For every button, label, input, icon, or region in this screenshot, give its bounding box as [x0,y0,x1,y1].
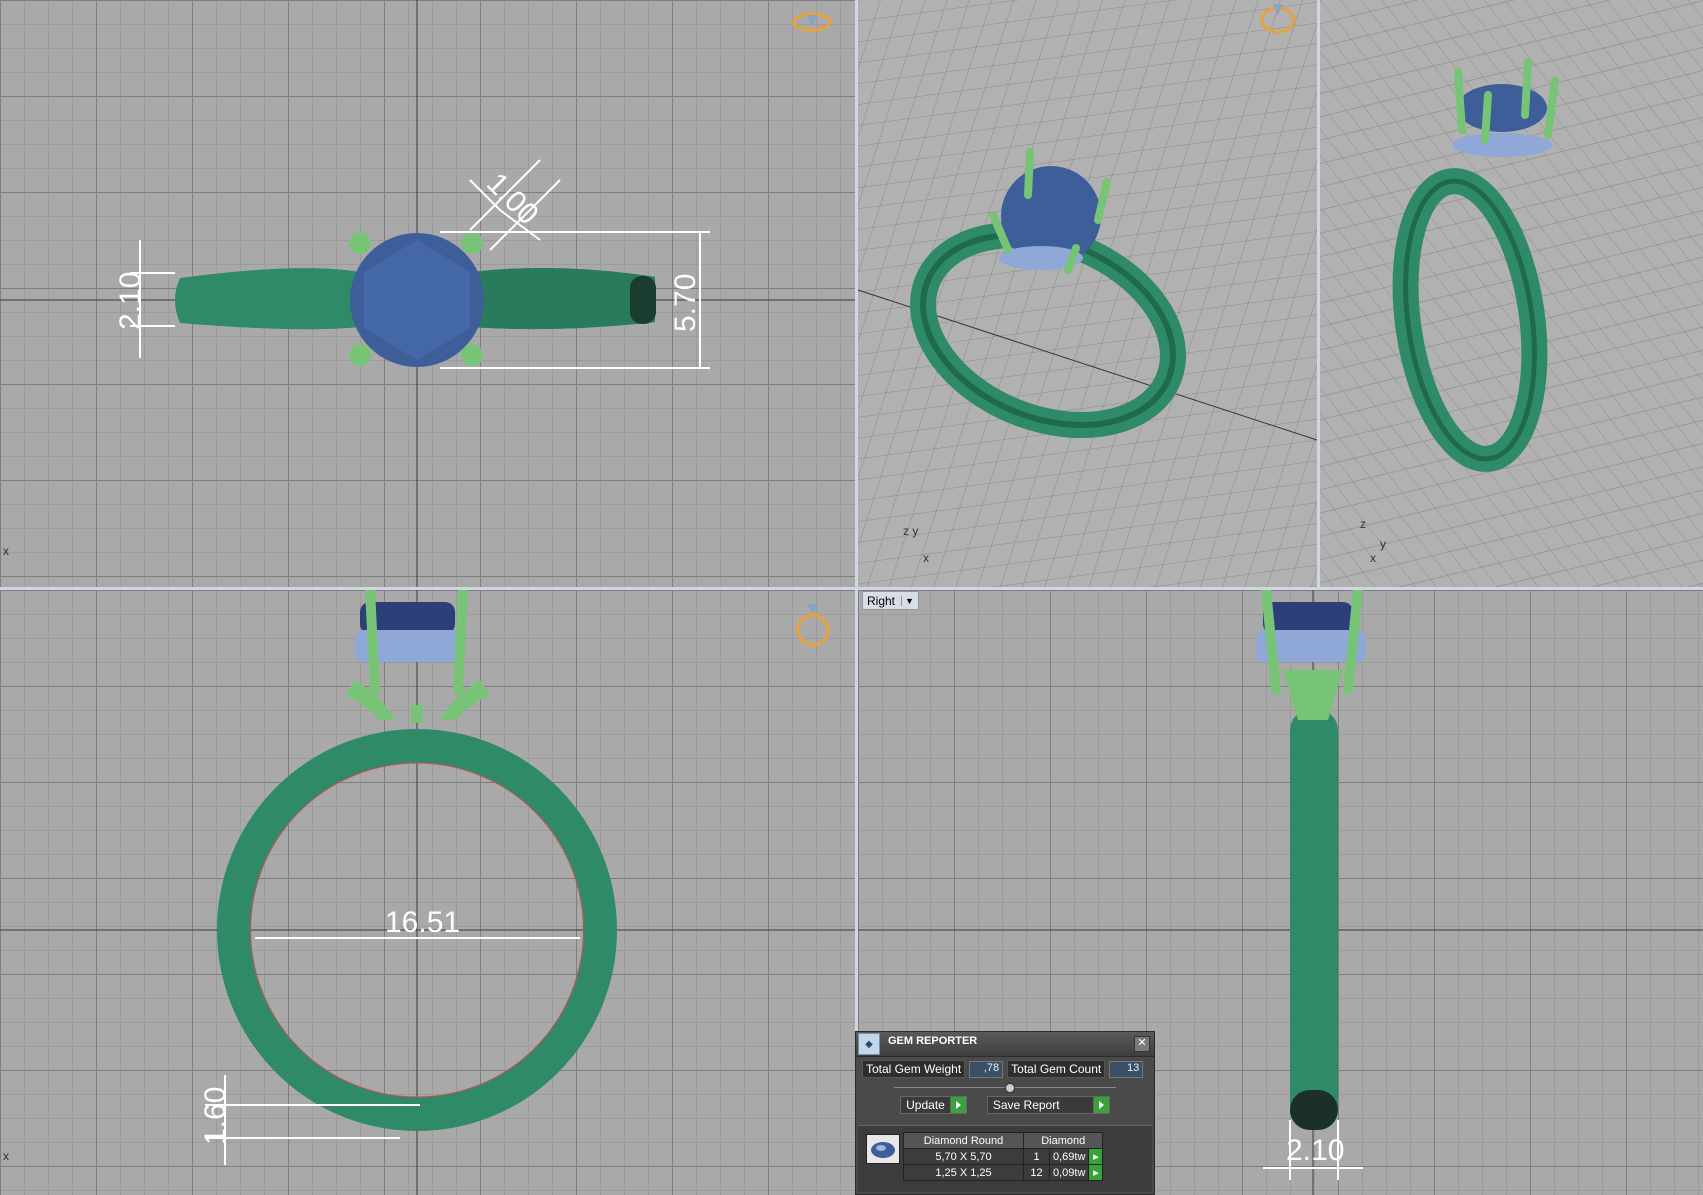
gem-reporter-panel: ◆ GEM REPORTER ✕ Total Gem Weight ,78 To… [855,1031,1155,1195]
play-arrow-icon [1092,1097,1109,1113]
gem-table: Diamond Round Diamond 5,70 X 5,70 1 0,69… [903,1132,1104,1181]
svg-text:z y: z y [903,524,918,538]
slider-thumb[interactable] [1005,1083,1015,1093]
save-report-button-label: Save Report [992,1098,1060,1112]
perspective-viewport-2[interactable]: zyx [1320,0,1703,587]
svg-text:y: y [1380,537,1386,551]
gem-table-area: Diamond Round Diamond 5,70 X 5,70 1 0,69… [858,1125,1152,1192]
svg-text:x: x [3,544,9,558]
row-select-arrow-icon[interactable]: ▸ [1088,1164,1104,1181]
front-view-scene: 16.51 1.60 x [0,590,855,1195]
gem-reporter-title: GEM REPORTER [888,1035,978,1047]
column-header-type: Diamond [1022,1132,1104,1149]
update-button-label: Update [906,1098,945,1112]
dim-top-shank-width: 2.10 [114,272,147,330]
gem-weight: 0,69tw [1048,1148,1090,1165]
row-select-arrow-icon[interactable]: ▸ [1088,1148,1104,1165]
dim-stone-diameter: 5.70 [669,274,702,332]
view-selector[interactable]: Right ▼ [862,591,919,610]
front-viewport[interactable]: 16.51 1.60 x [0,590,855,1195]
total-gem-count-value: 13 [1109,1060,1144,1078]
total-gem-count-label: Total Gem Count [1007,1060,1106,1078]
perspective-1-scene: z y x [858,0,1317,587]
top-view-scene: 2.10 5.70 1.00 x [0,0,855,587]
ring-top-shape [175,232,656,367]
save-report-button[interactable]: Save Report [986,1096,1110,1114]
gem-reporter-slider[interactable] [894,1083,1116,1093]
gem-count: 1 [1023,1148,1050,1165]
gem-size: 1,25 X 1,25 [903,1164,1024,1181]
chevron-down-icon[interactable]: ▼ [901,595,914,606]
table-row[interactable]: 1,25 X 1,25 12 0,09tw ▸ [903,1164,1104,1181]
viewport-divider-vertical-2[interactable] [1317,0,1320,587]
viewport-divider-vertical[interactable] [855,0,858,1195]
column-header-shape: Diamond Round [903,1132,1024,1149]
svg-text:x: x [923,551,929,565]
total-gem-weight-label: Total Gem Weight [862,1060,966,1078]
viewport-divider-horizontal[interactable] [0,587,1703,590]
gem-count: 12 [1023,1164,1050,1181]
gem-reporter-titlebar[interactable]: ◆ GEM REPORTER ✕ [856,1032,1154,1057]
svg-text:z: z [1360,517,1366,531]
update-button[interactable]: Update [900,1096,967,1114]
diamond-icon [866,1134,900,1164]
dim-right-shank-width: 2.10 [1286,1134,1344,1167]
gem-weight: 0,09tw [1048,1164,1090,1181]
front-view-ring-icon [796,604,830,647]
view-selector-label: Right [867,593,896,608]
dim-shank-thickness: 1.60 [199,1087,232,1145]
dim-inner-diameter: 16.51 [385,906,460,939]
play-arrow-icon [949,1097,966,1113]
dim-prong-width: 1.00 [480,167,545,232]
close-icon[interactable]: ✕ [1134,1036,1150,1052]
svg-text:x: x [1370,551,1376,565]
perspective-2-scene: zyx [1320,0,1703,587]
total-gem-weight-value: ,78 [969,1060,1004,1078]
perspective-viewport-1[interactable]: z y x [858,0,1317,587]
svg-text:x: x [3,1149,9,1163]
gem-size: 5,70 X 5,70 [903,1148,1024,1165]
gem-reporter-logo-icon: ◆ [858,1033,880,1055]
table-row[interactable]: 5,70 X 5,70 1 0,69tw ▸ [903,1148,1104,1165]
top-viewport[interactable]: 2.10 5.70 1.00 x [0,0,855,587]
top-view-ring-icon [792,12,832,32]
